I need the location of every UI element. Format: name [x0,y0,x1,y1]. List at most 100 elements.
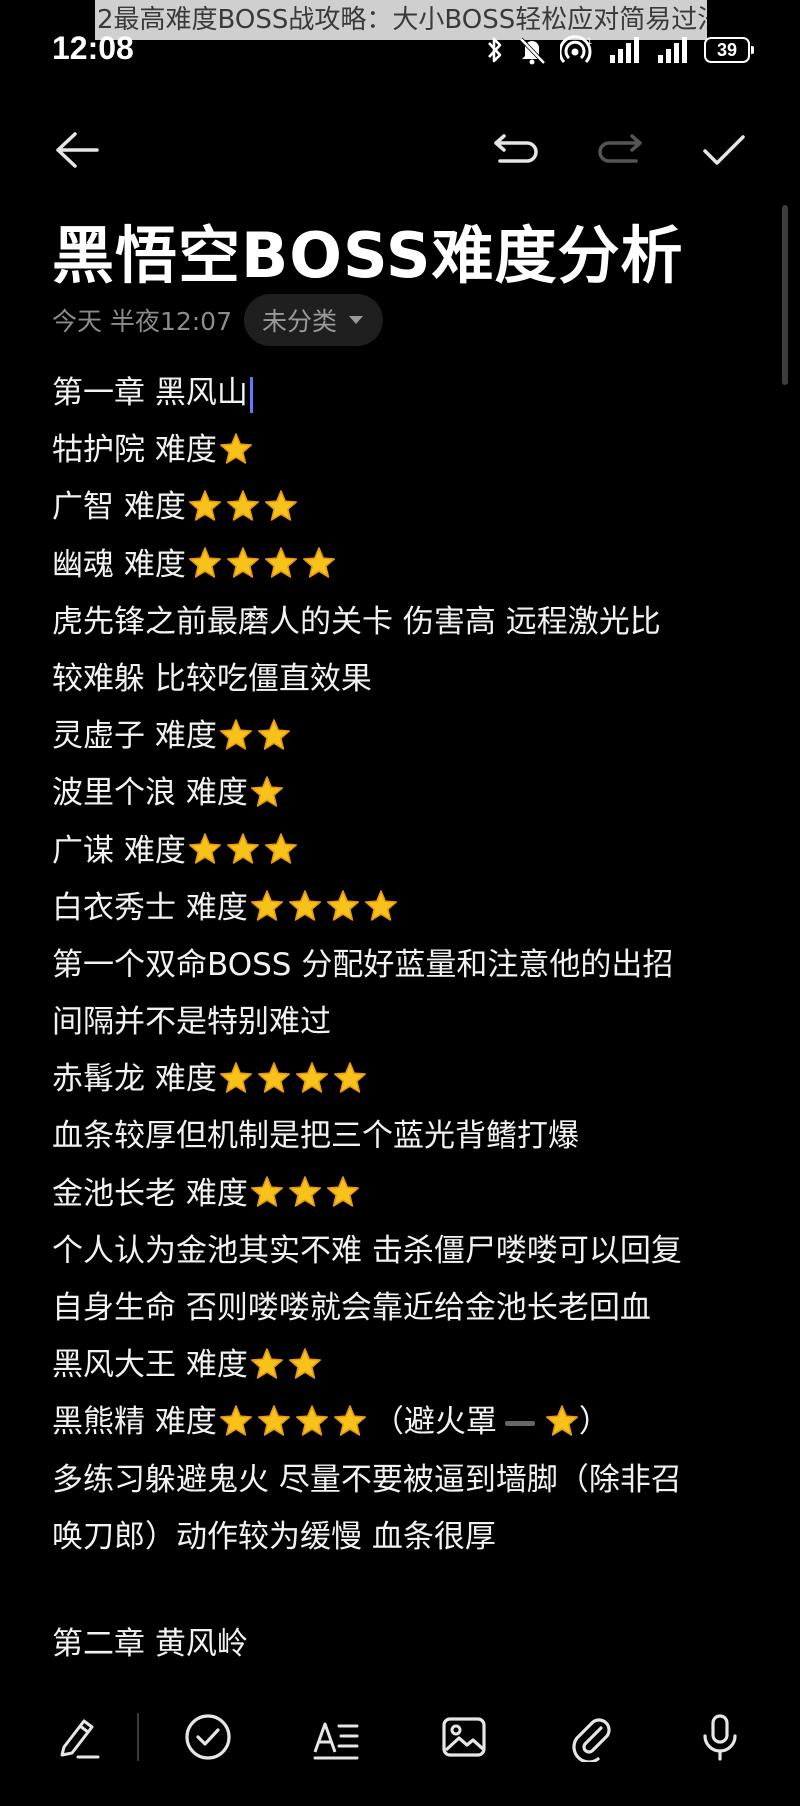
note-line: 较难躲 比较吃僵直效果 [52,651,772,708]
star-icon [250,776,283,807]
note-line-text: 第一个双命BOSS 分配好蓝量和注意他的出招 [52,946,674,983]
star-icon [219,1405,252,1436]
note-line-text: 虎先锋之前最磨人的关卡 伤害高 远程激光比 [52,603,661,640]
note-line-text: 黑风大王 难度 [52,1347,248,1384]
back-button[interactable] [46,120,106,180]
checklist-button[interactable] [176,1705,240,1769]
star-icon [250,1347,283,1379]
redo-button[interactable] [590,120,650,180]
note-line: 第二章 黄风岭 [52,1616,772,1673]
note-line-text: 黑熊精 难度 [52,1404,217,1441]
bottom-toolbar [0,1705,800,1770]
star-icon [226,547,259,578]
star-icon [264,490,297,521]
difficulty-stars [188,832,298,866]
difficulty-stars [188,489,298,523]
difficulty-stars [219,432,253,466]
scrollbar[interactable] [782,205,788,385]
undo-button[interactable] [486,120,546,180]
handwriting-button[interactable] [46,1705,110,1769]
checklist-icon [185,1714,231,1760]
insert-image-button[interactable] [432,1705,496,1769]
star-icon [364,890,397,921]
note-line-text: 白衣秀士 难度 [52,889,248,926]
chevron-down-icon [349,316,364,324]
note-line-suffix-close: ） [578,1404,610,1441]
note-line: 间隔并不是特别难过 [52,994,772,1051]
difficulty-stars [219,1404,367,1438]
star-icon [295,1405,328,1436]
star-icon [545,1405,578,1436]
category-label: 未分类 [262,307,338,336]
dash-mark [504,1421,535,1427]
star-icon [333,1405,366,1436]
star-icon [326,890,359,921]
note-line: 多练习躲避鬼火 尽量不要被逼到墙脚（除非召 [52,1452,772,1509]
check-icon [703,135,745,165]
note-line-text: 间隔并不是特别难过 [52,1004,331,1041]
note-line-text: 广谋 难度 [52,832,186,869]
note-line-suffix: （避火罩 [372,1404,497,1441]
note-line-text: 广智 难度 [52,489,186,526]
note-line-text: 多练习躲避鬼火 尽量不要被逼到墙脚（除非召 [52,1461,682,1498]
star-icon [250,890,283,921]
attachment-button[interactable] [560,1705,624,1769]
difficulty-stars [219,718,291,752]
note-line [52,1566,772,1616]
note-line-text: 唤刀郎）动作较为缓慢 血条很厚 [52,1518,496,1555]
category-dropdown[interactable]: 未分类 [244,294,384,346]
star-icon [302,547,335,578]
note-line: 黑熊精 难度 （避火罩 ） [52,1394,772,1451]
note-toolbar [0,120,800,180]
attachment-icon [572,1718,611,1762]
note-line: 金池长老 难度 [52,1166,772,1223]
difficulty-stars [250,1175,360,1209]
star-icon [333,1061,366,1093]
star-icon [288,1347,321,1379]
back-arrow-icon [56,132,99,168]
star-icon [226,833,259,864]
star-icon [219,1061,252,1093]
hotspot-icon: 1 [560,35,592,64]
star-icon [288,1176,321,1207]
note-line-text: 赤髯龙 难度 [52,1061,217,1098]
star-icon [326,1176,359,1207]
star-icon [264,833,297,864]
undo-icon [494,134,538,163]
voice-input-button[interactable] [688,1705,752,1769]
battery-icon: 39 [704,37,754,63]
svg-text:1: 1 [587,36,592,46]
star-icon [264,547,297,578]
note-line-text: 灵虚子 难度 [52,718,217,755]
difficulty-stars [250,1347,322,1381]
note-line: 唤刀郎）动作较为缓慢 血条很厚 [52,1509,772,1566]
note-line: 黑风大王 难度 [52,1337,772,1394]
done-button[interactable] [694,120,754,180]
note-line-text: 牯护院 难度 [52,432,217,469]
star-icon [295,1061,328,1093]
note-title[interactable]: 黑悟空BOSS难度分析 [52,205,684,295]
star-icon [188,490,221,521]
star-icon [226,490,259,521]
note-line-text: 金池长老 难度 [52,1175,248,1212]
note-line-text: 幽魂 难度 [52,546,186,583]
note-line: 幽魂 难度 [52,537,772,594]
note-line: 波里个浪 难度 [52,765,772,822]
text-format-button[interactable] [304,1705,368,1769]
star-icon [257,718,290,750]
star-icon [219,718,252,750]
status-icons: 1 39 [486,30,754,70]
star-icon [250,1176,283,1207]
redo-icon [598,134,642,163]
note-line-text: 血条较厚但机制是把三个蓝光背鳍打爆 [52,1118,579,1155]
difficulty-stars [545,1404,579,1438]
wifi-icon [658,37,687,63]
note-line: 第一个双命BOSS 分配好蓝量和注意他的出招 [52,937,772,994]
image-icon [442,1717,486,1757]
difficulty-stars [250,889,398,923]
note-line: 自身生命 否则喽喽就会靠近给金池长老回血 [52,1280,772,1337]
star-icon [257,1061,290,1093]
note-body[interactable]: 第一章 黑风山 牯护院 难度 广智 难度 幽魂 难度 虎先锋之前最磨人的关卡 伤害高 远… [52,365,772,1673]
note-line: 灵虚子 难度 [52,708,772,765]
note-line: 虎先锋之前最磨人的关卡 伤害高 远程激光比 [52,594,772,651]
